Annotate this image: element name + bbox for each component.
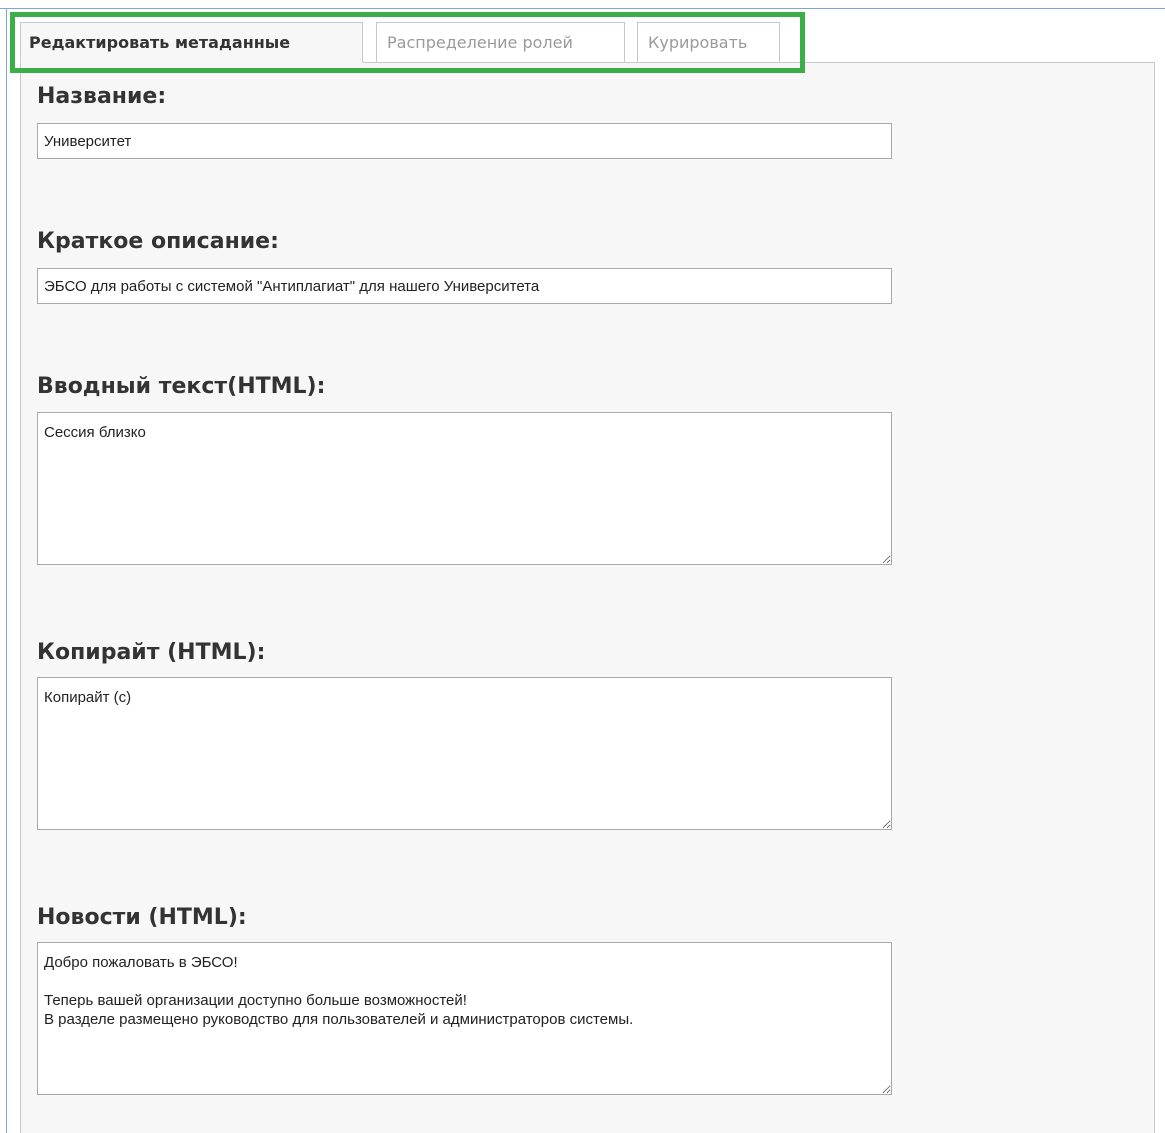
news-textarea[interactable]: Добро пожаловать в ЭБСО! Теперь вашей ор… <box>37 942 892 1095</box>
tab-edit-metadata[interactable]: Редактировать метаданные <box>20 22 363 63</box>
copyright-label: Копирайт (HTML): <box>37 640 266 665</box>
intro-text-textarea[interactable]: Сессия близко <box>37 412 892 565</box>
news-label: Новости (HTML): <box>37 905 247 930</box>
copyright-textarea[interactable]: Копирайт (c) <box>37 677 892 830</box>
name-label: Название: <box>37 84 167 109</box>
tab-curate[interactable]: Курировать <box>637 22 780 63</box>
short-description-label: Краткое описание: <box>37 229 279 254</box>
short-description-input[interactable] <box>37 268 892 304</box>
tab-role-assignment[interactable]: Распределение ролей <box>376 22 625 63</box>
name-input[interactable] <box>37 123 892 159</box>
metadata-editor: Редактировать метаданные Распределение р… <box>0 0 1165 1133</box>
intro-text-label: Вводный текст(HTML): <box>37 374 326 399</box>
window-top-border <box>0 8 1165 9</box>
window-left-border <box>6 8 7 1133</box>
